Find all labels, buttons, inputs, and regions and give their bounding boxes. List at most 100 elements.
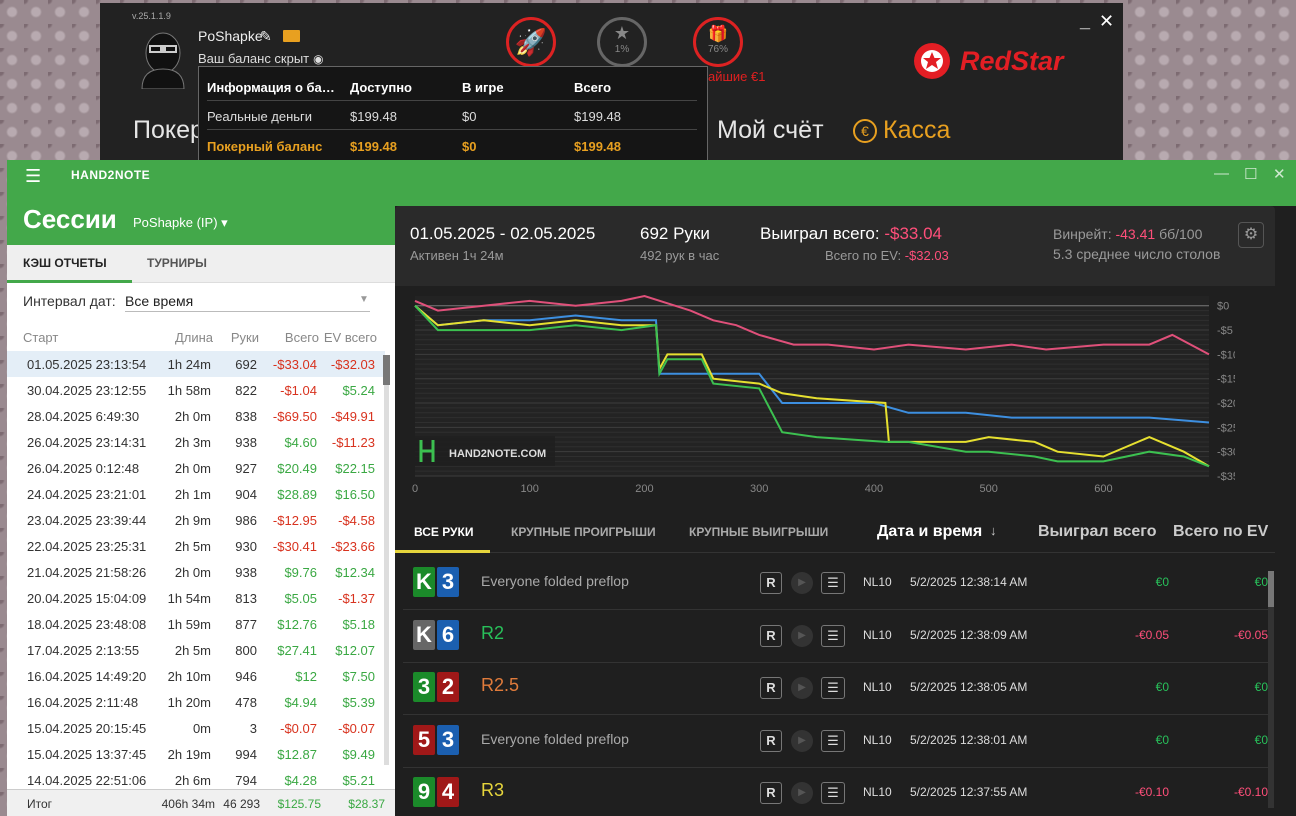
replay-button[interactable]: R	[760, 572, 782, 594]
session-cell: 1h 24m	[167, 357, 211, 372]
session-cell: 18.04.2025 23:48:08	[27, 617, 147, 632]
tab-big-losses[interactable]: КРУПНЫЕ ПРОИГРЫШИ	[511, 525, 656, 539]
nav-poker[interactable]: Покер	[133, 116, 204, 145]
hand-row[interactable]: K 3 Everyone folded preflop R ▶ ☰ NL10 5/2/2025…	[403, 558, 1273, 610]
hand-row[interactable]: K 6 R2 R ▶ ☰ NL10 5/2/2025 12:38:09 AM -€0.05 -€0…	[403, 611, 1273, 663]
won-value: -$33.04	[884, 224, 943, 243]
hand-won: €0	[1155, 732, 1169, 747]
y-tick-label: -$30	[1217, 447, 1235, 459]
play-icon[interactable]: ▶	[791, 677, 813, 699]
hand-ev: €0	[1254, 680, 1268, 694]
replay-button[interactable]: R	[760, 677, 782, 699]
gear-icon[interactable]: ⚙	[1238, 222, 1264, 248]
column-header[interactable]: EV всего	[324, 330, 377, 345]
y-tick-label: $0	[1217, 301, 1229, 313]
promo-text[interactable]: айшие €1	[708, 69, 765, 84]
balance-header: Информация о ба…	[207, 80, 335, 95]
session-row[interactable]: 16.04.2025 14:49:20 2h 10m 946 $12 $7.50	[7, 663, 385, 689]
brand-name: RedStar	[960, 46, 1064, 76]
minimize-button[interactable]: _	[1080, 11, 1090, 32]
session-date-range: 01.05.2025 - 02.05.2025	[410, 224, 596, 243]
session-cell: 692	[235, 357, 257, 372]
session-avg-tables: 5.3 среднее число столов	[1053, 246, 1221, 262]
tab-cash-reports[interactable]: КЭШ ОТЧЕТЫ	[23, 256, 107, 270]
balance-hidden[interactable]: Ваш баланс скрыт ◉	[198, 51, 324, 66]
hand-history-icon[interactable]: ☰	[821, 624, 845, 647]
gift-progress-button[interactable]: 🎁 76%	[693, 17, 743, 67]
date-range-select[interactable]: Все время	[125, 293, 370, 312]
rocket-button[interactable]: 🚀	[506, 17, 556, 67]
avatar[interactable]	[134, 29, 192, 89]
session-row[interactable]: 30.04.2025 23:12:55 1h 58m 822 -$1.04 $5.24	[7, 377, 385, 403]
app-title: HAND2NOTE	[71, 168, 151, 182]
replay-button[interactable]: R	[760, 729, 782, 752]
session-cell: 938	[235, 435, 257, 450]
x-tick-label: 300	[750, 483, 768, 494]
column-header[interactable]: Старт	[23, 330, 58, 345]
play-icon[interactable]: ▶	[791, 782, 813, 804]
close-button[interactable]: ✕	[1273, 165, 1286, 183]
session-row[interactable]: 26.04.2025 0:12:48 2h 0m 927 $20.49 $22.15	[7, 455, 385, 481]
session-cell: -$0.07	[280, 721, 317, 736]
play-icon[interactable]: ▶	[791, 572, 813, 594]
menu-icon[interactable]: ☰	[25, 166, 41, 187]
nav-cashier[interactable]: € Касса	[853, 116, 950, 145]
tab-big-wins[interactable]: КРУПНЫЕ ВЫИГРЫШИ	[689, 525, 828, 539]
session-row[interactable]: 28.04.2025 6:49:30 2h 0m 838 -$69.50 -$49.91	[7, 403, 385, 429]
scrollbar[interactable]	[384, 355, 389, 765]
edit-icon[interactable]: ✎	[260, 28, 272, 45]
username: PoShapke	[198, 28, 263, 44]
replay-button[interactable]: R	[760, 782, 782, 804]
balance-row: Покерный баланс $199.48 $0 $199.48	[207, 132, 697, 160]
won-header[interactable]: Выиграл всего	[1038, 523, 1156, 541]
scrollbar-thumb[interactable]	[1268, 571, 1274, 607]
sort-datetime-header[interactable]: Дата и время	[877, 523, 982, 541]
session-row[interactable]: 17.04.2025 2:13:55 2h 5m 800 $27.41 $12.07	[7, 637, 385, 663]
session-row[interactable]: 24.04.2025 23:21:01 2h 1m 904 $28.89 $16.50	[7, 481, 385, 507]
play-icon[interactable]: ▶	[791, 729, 813, 752]
session-row[interactable]: 18.04.2025 23:48:08 1h 59m 877 $12.76 $5.18	[7, 611, 385, 637]
session-row[interactable]: 20.04.2025 15:04:09 1h 54m 813 $5.05 -$1.37	[7, 585, 385, 611]
hand-history-icon[interactable]: ☰	[821, 782, 845, 804]
close-button[interactable]: ✕	[1099, 11, 1114, 32]
session-won: Выиграл всего: -$33.04	[760, 224, 942, 244]
maximize-button[interactable]: ☐	[1244, 165, 1257, 183]
tab-all-hands[interactable]: ВСЕ РУКИ	[414, 525, 473, 539]
hand-row[interactable]: 9 4 R3 R ▶ ☰ NL10 5/2/2025 12:37:55 AM -€0.10 -€0…	[403, 768, 1273, 810]
mail-icon[interactable]	[283, 30, 300, 42]
hand-row[interactable]: 3 2 R2.5 R ▶ ☰ NL10 5/2/2025 12:38:05 AM €0 €0	[403, 663, 1273, 715]
session-cell: 20.04.2025 15:04:09	[27, 591, 147, 606]
hand-row[interactable]: 5 3 Everyone folded preflop R ▶ ☰ NL10 5/2/2025…	[403, 716, 1273, 768]
sort-arrow-icon[interactable]: ↓	[990, 523, 997, 538]
star-progress-button[interactable]: ★ 1%	[597, 17, 647, 67]
chevron-down-icon[interactable]: ▼	[359, 294, 369, 305]
hand-history-icon[interactable]: ☰	[821, 729, 845, 752]
total-cell: 406h 34m	[161, 797, 215, 811]
scrollbar-thumb[interactable]	[383, 355, 390, 385]
session-row[interactable]: 21.04.2025 21:58:26 2h 0m 938 $9.76 $12.34	[7, 559, 385, 585]
session-row[interactable]: 23.04.2025 23:39:44 2h 9m 986 -$12.95 -$4.58	[7, 507, 385, 533]
session-row[interactable]: 15.04.2025 20:15:45 0m 3 -$0.07 -$0.07	[7, 715, 385, 741]
eye-icon[interactable]: ◉	[313, 52, 323, 66]
session-row[interactable]: 16.04.2025 2:11:48 1h 20m 478 $4.94 $5.39	[7, 689, 385, 715]
ev-header[interactable]: Всего по EV	[1173, 523, 1268, 541]
hand-history-icon[interactable]: ☰	[821, 572, 845, 594]
column-header[interactable]: Длина	[175, 330, 213, 345]
session-row[interactable]: 26.04.2025 23:14:31 2h 3m 938 $4.60 -$11.23	[7, 429, 385, 455]
watermark-logo: HAND2NOTE.COM	[415, 436, 555, 466]
session-row[interactable]: 15.04.2025 13:37:45 2h 19m 994 $12.87 $9.49	[7, 741, 385, 767]
replay-button[interactable]: R	[760, 624, 782, 647]
hand-stakes: NL10	[863, 680, 892, 694]
session-row[interactable]: 01.05.2025 23:13:54 1h 24m 692 -$33.04 -$32.…	[7, 351, 385, 377]
session-row[interactable]: 22.04.2025 23:25:31 2h 5m 930 -$30.41 -$23.6…	[7, 533, 385, 559]
tab-tournaments[interactable]: ТУРНИРЫ	[147, 256, 207, 270]
star-progress-pct: 1%	[614, 44, 630, 55]
column-header[interactable]: Всего	[285, 330, 319, 345]
minimize-button[interactable]: —	[1214, 165, 1229, 182]
card: 2	[437, 672, 459, 702]
player-selector[interactable]: PoShapke (IP) ▾	[133, 215, 228, 231]
nav-my-account[interactable]: Мой счёт	[717, 116, 824, 145]
column-header[interactable]: Руки	[231, 330, 259, 345]
play-icon[interactable]: ▶	[791, 624, 813, 647]
hand-history-icon[interactable]: ☰	[821, 677, 845, 699]
